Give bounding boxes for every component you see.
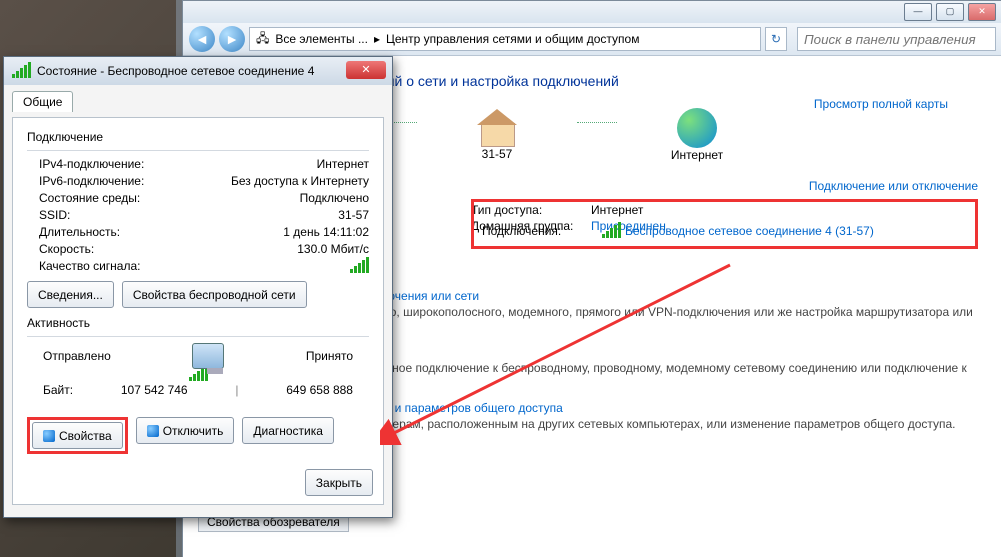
bytes-sent-value: 107 542 746 — [121, 383, 188, 397]
media-state-value: Подключено — [300, 191, 369, 205]
dialog-title: Состояние - Беспроводное сетевое соедине… — [37, 64, 314, 78]
signal-icon — [12, 64, 31, 78]
breadcrumb-page[interactable]: Центр управления сетями и общим доступом — [386, 32, 640, 46]
diagnose-button[interactable]: Диагностика — [242, 417, 334, 444]
nav-back-button[interactable]: ◄ — [189, 26, 215, 52]
shield-icon — [43, 430, 55, 442]
tab-strip: Общие — [4, 85, 392, 117]
window-titlebar: — ▢ ✕ — [183, 1, 1001, 23]
search-input[interactable] — [797, 27, 996, 51]
router-house-icon — [475, 109, 519, 147]
signal-icon — [189, 367, 208, 381]
wireless-properties-button[interactable]: Свойства беспроводной сети — [122, 281, 307, 308]
activity-group-label: Активность — [27, 316, 369, 330]
breadcrumb-icon: 🖧 — [256, 29, 269, 50]
ipv4-value: Интернет — [317, 157, 369, 171]
sent-label: Отправлено — [43, 349, 111, 363]
tab-general[interactable]: Общие — [12, 91, 73, 112]
activity-computer-icon — [192, 343, 224, 369]
disable-button[interactable]: Отключить — [136, 417, 235, 444]
connections-label: Подключения: — [482, 224, 592, 238]
ssid-value: 31-57 — [338, 208, 369, 222]
dialog-titlebar: Состояние - Беспроводное сетевое соедине… — [4, 57, 392, 85]
properties-highlight-box: Свойства — [27, 417, 128, 454]
breadcrumb[interactable]: 🖧 Все элементы ... ▸ Центр управления се… — [249, 27, 761, 51]
speed-value: 130.0 Мбит/с — [297, 242, 369, 256]
close-button[interactable]: Закрыть — [305, 469, 373, 496]
internet-globe-icon — [677, 108, 717, 148]
properties-button[interactable]: Свойства — [32, 422, 123, 449]
chevron-right-icon: ▸ — [374, 32, 380, 46]
signal-quality-label: Качество сигнала: — [39, 259, 140, 273]
wireless-connection-link[interactable]: Беспроводное сетевое соединение 4 (31-57… — [625, 224, 874, 238]
window-minimize-button[interactable]: — — [904, 3, 932, 21]
connection-group-label: Подключение — [27, 130, 369, 144]
map-line-icon — [577, 122, 617, 124]
media-state-label: Состояние среды: — [39, 191, 140, 205]
details-button[interactable]: Сведения... — [27, 281, 114, 308]
activity-block: Отправлено Принято Байт: 107 542 746 | 6… — [27, 343, 369, 399]
connections-highlight-box: x Подключения: Беспроводное сетевое соед… — [471, 199, 978, 249]
connect-disconnect-link[interactable]: Подключение или отключение — [809, 179, 978, 193]
shield-icon — [147, 425, 159, 437]
bytes-label: Байт: — [43, 383, 73, 397]
dialog-close-button[interactable]: ✕ — [346, 61, 386, 79]
breadcrumb-root[interactable]: Все элементы ... — [275, 32, 368, 46]
bytes-received-value: 649 658 888 — [286, 383, 353, 397]
map-gateway-name: 31-57 — [482, 147, 513, 161]
signal-icon — [602, 224, 621, 238]
refresh-button[interactable]: ↻ — [765, 27, 787, 51]
window-close-button[interactable]: ✕ — [968, 3, 996, 21]
map-internet-label: Интернет — [671, 148, 723, 162]
nav-forward-button[interactable]: ► — [219, 26, 245, 52]
window-maximize-button[interactable]: ▢ — [936, 3, 964, 21]
ipv6-value: Без доступа к Интернету — [231, 174, 369, 188]
tab-panel: Подключение IPv4-подключение: Интернет IP… — [12, 117, 384, 505]
speed-label: Скорость: — [39, 242, 94, 256]
connection-status-dialog: Состояние - Беспроводное сетевое соедине… — [3, 56, 393, 518]
received-label: Принято — [306, 349, 353, 363]
full-map-link[interactable]: Просмотр полной карты — [814, 97, 948, 111]
ipv4-label: IPv4-подключение: — [39, 157, 144, 171]
duration-label: Длительность: — [39, 225, 120, 239]
ipv6-label: IPv6-подключение: — [39, 174, 144, 188]
signal-icon — [350, 259, 369, 273]
ssid-label: SSID: — [39, 208, 70, 222]
duration-value: 1 день 14:11:02 — [283, 225, 369, 239]
nav-toolbar: ◄ ► 🖧 Все элементы ... ▸ Центр управлени… — [183, 23, 1001, 56]
